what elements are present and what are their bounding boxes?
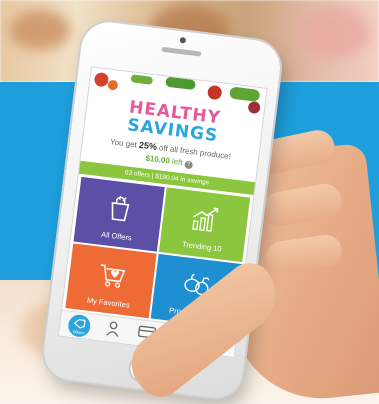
herb-image: [165, 76, 197, 91]
tab-offers[interactable]: Offers: [63, 313, 95, 339]
leaf-image: [130, 74, 154, 85]
remaining-amount-suffix: left: [169, 156, 184, 168]
tagline-prefix: You get: [109, 137, 140, 150]
tile-trending[interactable]: Trending 10: [158, 187, 251, 263]
tile-label: All Offers: [100, 229, 133, 243]
tomato-image: [206, 84, 223, 101]
remaining-amount-value: $10.00: [144, 153, 171, 166]
leaf-image: [229, 86, 261, 103]
info-icon[interactable]: ?: [183, 160, 193, 170]
orange-veg-image: [107, 79, 119, 91]
tile-label: Trending 10: [181, 239, 223, 254]
tag-icon: [73, 319, 86, 329]
tile-all-offers[interactable]: All Offers: [73, 176, 165, 252]
background-blur-shape: [300, 8, 370, 58]
heart-cart-icon: [100, 264, 126, 288]
tab-profile[interactable]: [97, 319, 129, 343]
grocery-bag-icon: [111, 195, 130, 222]
trending-chart-icon: [192, 207, 219, 232]
tile-label: My Favorites: [86, 295, 131, 310]
tile-my-favorites[interactable]: My Favorites: [65, 243, 157, 319]
background-blur-shape: [10, 10, 70, 50]
tagline-percent: 25%: [138, 139, 158, 152]
profile-icon: [106, 321, 119, 337]
photo-scene: HEALTHY SAVINGS You get 25% off all fres…: [0, 0, 379, 404]
